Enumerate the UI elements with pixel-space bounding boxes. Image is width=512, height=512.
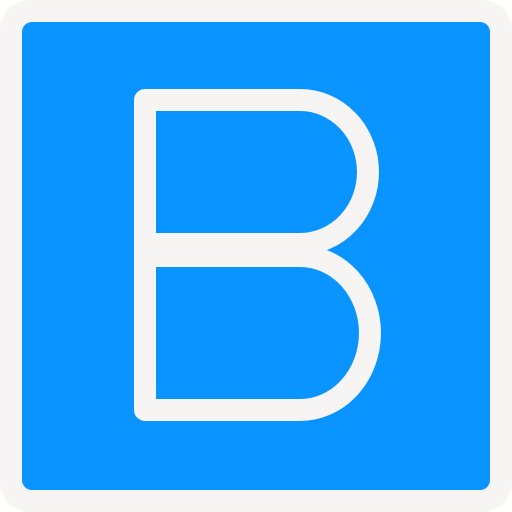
bold-format-icon-tile bbox=[0, 0, 512, 512]
bold-b-icon bbox=[0, 0, 512, 512]
